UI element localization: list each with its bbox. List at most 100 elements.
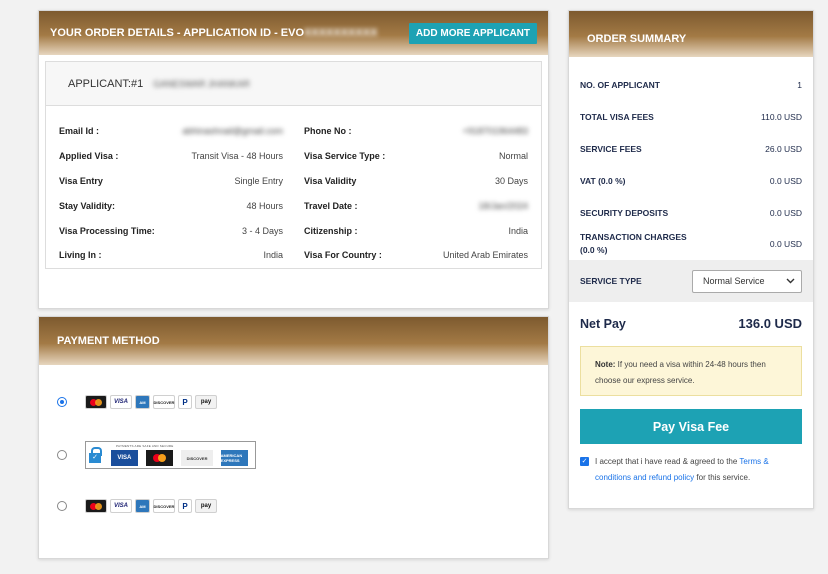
terms-prefix: I accept that i have read & agreed to th… <box>595 457 740 466</box>
detail-label: Visa Service Type : <box>304 151 386 162</box>
detail-row: Citizenship : India <box>304 218 528 243</box>
chevron-down-icon <box>786 278 795 284</box>
order-details-title-text: YOUR ORDER DETAILS - APPLICATION ID - <box>50 27 281 39</box>
detail-label: Email Id : <box>59 126 100 137</box>
amazon-pay-icon: pay <box>195 395 217 409</box>
service-type-select[interactable]: Normal Service <box>692 269 802 293</box>
summary-label: NO. OF APPLICANT <box>580 79 660 90</box>
summary-value: 26.0 USD <box>765 143 802 154</box>
mastercard-icon <box>85 395 107 409</box>
express-service-note: Note: If you need a visa within 24-48 ho… <box>580 346 802 396</box>
amazon-pay-icon: pay <box>195 499 217 513</box>
detail-row: Visa For Country : United Arab Emirates <box>304 243 528 268</box>
detail-value: India <box>263 250 283 261</box>
detail-label: Stay Validity: <box>59 200 116 211</box>
order-summary-title: ORDER SUMMARY <box>587 33 687 45</box>
detail-row: Visa Service Type : Normal <box>304 144 528 169</box>
terms-checkbox[interactable]: ✓ <box>580 457 589 466</box>
payment-method-title: PAYMENT METHOD <box>57 335 160 347</box>
secure-payment-badge: PAYMENTS ARE SAFE AND SECURE VISA DISCOV… <box>85 441 256 469</box>
applicant-card: APPLICANT:#1 GANESWAR JHANKAR Email Id :… <box>45 61 542 269</box>
summary-row-applicants: NO. OF APPLICANT 1 <box>569 74 813 95</box>
pay-visa-fee-button[interactable]: Pay Visa Fee <box>580 409 802 444</box>
order-summary-panel: ORDER SUMMARY NO. OF APPLICANT 1 TOTAL VI… <box>568 10 814 509</box>
applicant-label: APPLICANT:#1 <box>68 77 144 90</box>
detail-row: Email Id : abhinashnail@gmail.com <box>59 119 283 144</box>
payment-option-1[interactable]: VISA AM DISCOVER P pay <box>57 395 220 409</box>
payment-radio-2[interactable] <box>57 450 67 460</box>
detail-value: Normal <box>498 151 528 162</box>
detail-label: Applied Visa : <box>59 151 119 162</box>
service-type-value: Normal Service <box>703 276 765 286</box>
detail-label: Visa Processing Time: <box>59 225 155 236</box>
summary-label: TOTAL VISA FEES <box>580 111 654 122</box>
detail-row: Travel Date : 18/Jan/2024 <box>304 193 528 218</box>
summary-label: TRANSACTION CHARGES (0.0 %) <box>580 232 687 255</box>
detail-value: 30 Days <box>494 175 528 186</box>
detail-label: Living In : <box>59 250 102 261</box>
detail-value: 3 - 4 Days <box>241 225 283 236</box>
visa-icon: VISA <box>110 395 132 409</box>
detail-value: 18/Jan/2024 <box>478 200 528 211</box>
detail-value: +918701964483 <box>462 126 528 137</box>
mastercard-icon <box>85 499 107 513</box>
summary-label: SECURITY DEPOSITS <box>580 207 669 218</box>
service-type-row: SERVICE TYPE Normal Service <box>569 260 813 302</box>
payment-option-3[interactable]: VISA AM DISCOVER P pay <box>57 499 220 513</box>
net-pay-row: Net Pay 136.0 USD <box>569 316 813 331</box>
payment-option-2[interactable]: PAYMENTS ARE SAFE AND SECURE VISA DISCOV… <box>57 441 256 469</box>
detail-row: Visa Validity 30 Days <box>304 169 528 194</box>
summary-label: VAT (0.0 %) <box>580 175 626 186</box>
mastercard-icon <box>146 450 174 466</box>
detail-row: Visa Entry Single Entry <box>59 169 283 194</box>
detail-label: Visa Validity <box>304 175 357 186</box>
payment-method-panel: PAYMENT METHOD VISA AM DISCOVER P pay PA… <box>38 316 549 559</box>
summary-row-transaction-charges: TRANSACTION CHARGES (0.0 %) 0.0 USD <box>569 228 813 260</box>
terms-suffix: for this service. <box>694 473 751 482</box>
terms-text: I accept that i have read & agreed to th… <box>595 454 802 486</box>
payment-method-header: PAYMENT METHOD <box>39 317 548 365</box>
detail-label: Phone No : <box>304 126 352 137</box>
discover-icon: DISCOVER <box>153 499 175 513</box>
summary-value: 0.0 USD <box>769 207 802 218</box>
detail-label: Visa Entry <box>59 175 103 186</box>
summary-label: SERVICE FEES <box>580 143 642 154</box>
net-pay-value: 136.0 USD <box>738 316 802 331</box>
add-more-applicant-button[interactable]: ADD MORE APPLICANT <box>408 22 537 44</box>
detail-value: 48 Hours <box>246 200 283 211</box>
details-right-column: Phone No : +918701964483 Visa Service Typ… <box>304 119 528 268</box>
note-label: Note: <box>595 360 616 369</box>
discover-icon: DISCOVER <box>153 395 175 409</box>
detail-label: Visa For Country : <box>304 250 382 261</box>
paypal-icon: P <box>178 499 192 513</box>
detail-row: Stay Validity: 48 Hours <box>59 193 283 218</box>
summary-row-service-fees: SERVICE FEES 26.0 USD <box>569 138 813 159</box>
service-type-label: SERVICE TYPE <box>580 276 642 286</box>
summary-value: 110.0 USD <box>761 111 802 122</box>
discover-icon: DISCOVER <box>181 450 213 466</box>
amex-icon: AMERICAN EXPRESS <box>220 450 248 466</box>
detail-value: India <box>508 225 528 236</box>
order-details-panel: YOUR ORDER DETAILS - APPLICATION ID - EV… <box>38 10 549 309</box>
net-pay-label: Net Pay <box>580 316 626 331</box>
detail-row: Living In : India <box>59 243 283 268</box>
detail-row: Applied Visa : Transit Visa - 48 Hours <box>59 144 283 169</box>
payment-radio-1[interactable] <box>57 397 67 407</box>
detail-label: Travel Date : <box>304 200 358 211</box>
visa-icon: VISA <box>110 450 139 466</box>
order-summary-header: ORDER SUMMARY <box>569 11 813 57</box>
details-left-column: Email Id : abhinashnail@gmail.com Applied… <box>59 119 283 268</box>
visa-icon: VISA <box>110 499 132 513</box>
order-details-header: YOUR ORDER DETAILS - APPLICATION ID - EV… <box>39 11 548 55</box>
detail-value: abhinashnail@gmail.com <box>182 126 283 137</box>
detail-label: Citizenship : <box>304 225 358 236</box>
detail-value: Single Entry <box>234 175 283 186</box>
summary-row-security-deposits: SECURITY DEPOSITS 0.0 USD <box>569 202 813 223</box>
amex-icon: AM <box>135 395 150 409</box>
payment-radio-3[interactable] <box>57 501 67 511</box>
applicant-details-grid: Email Id : abhinashnail@gmail.com Applied… <box>46 106 541 268</box>
summary-row-visa-fees: TOTAL VISA FEES 110.0 USD <box>569 106 813 127</box>
amex-icon: AM <box>135 499 150 513</box>
application-id-blurred: XXXXXXXXXX <box>304 27 378 39</box>
secure-caption: PAYMENTS ARE SAFE AND SECURE <box>116 444 174 448</box>
